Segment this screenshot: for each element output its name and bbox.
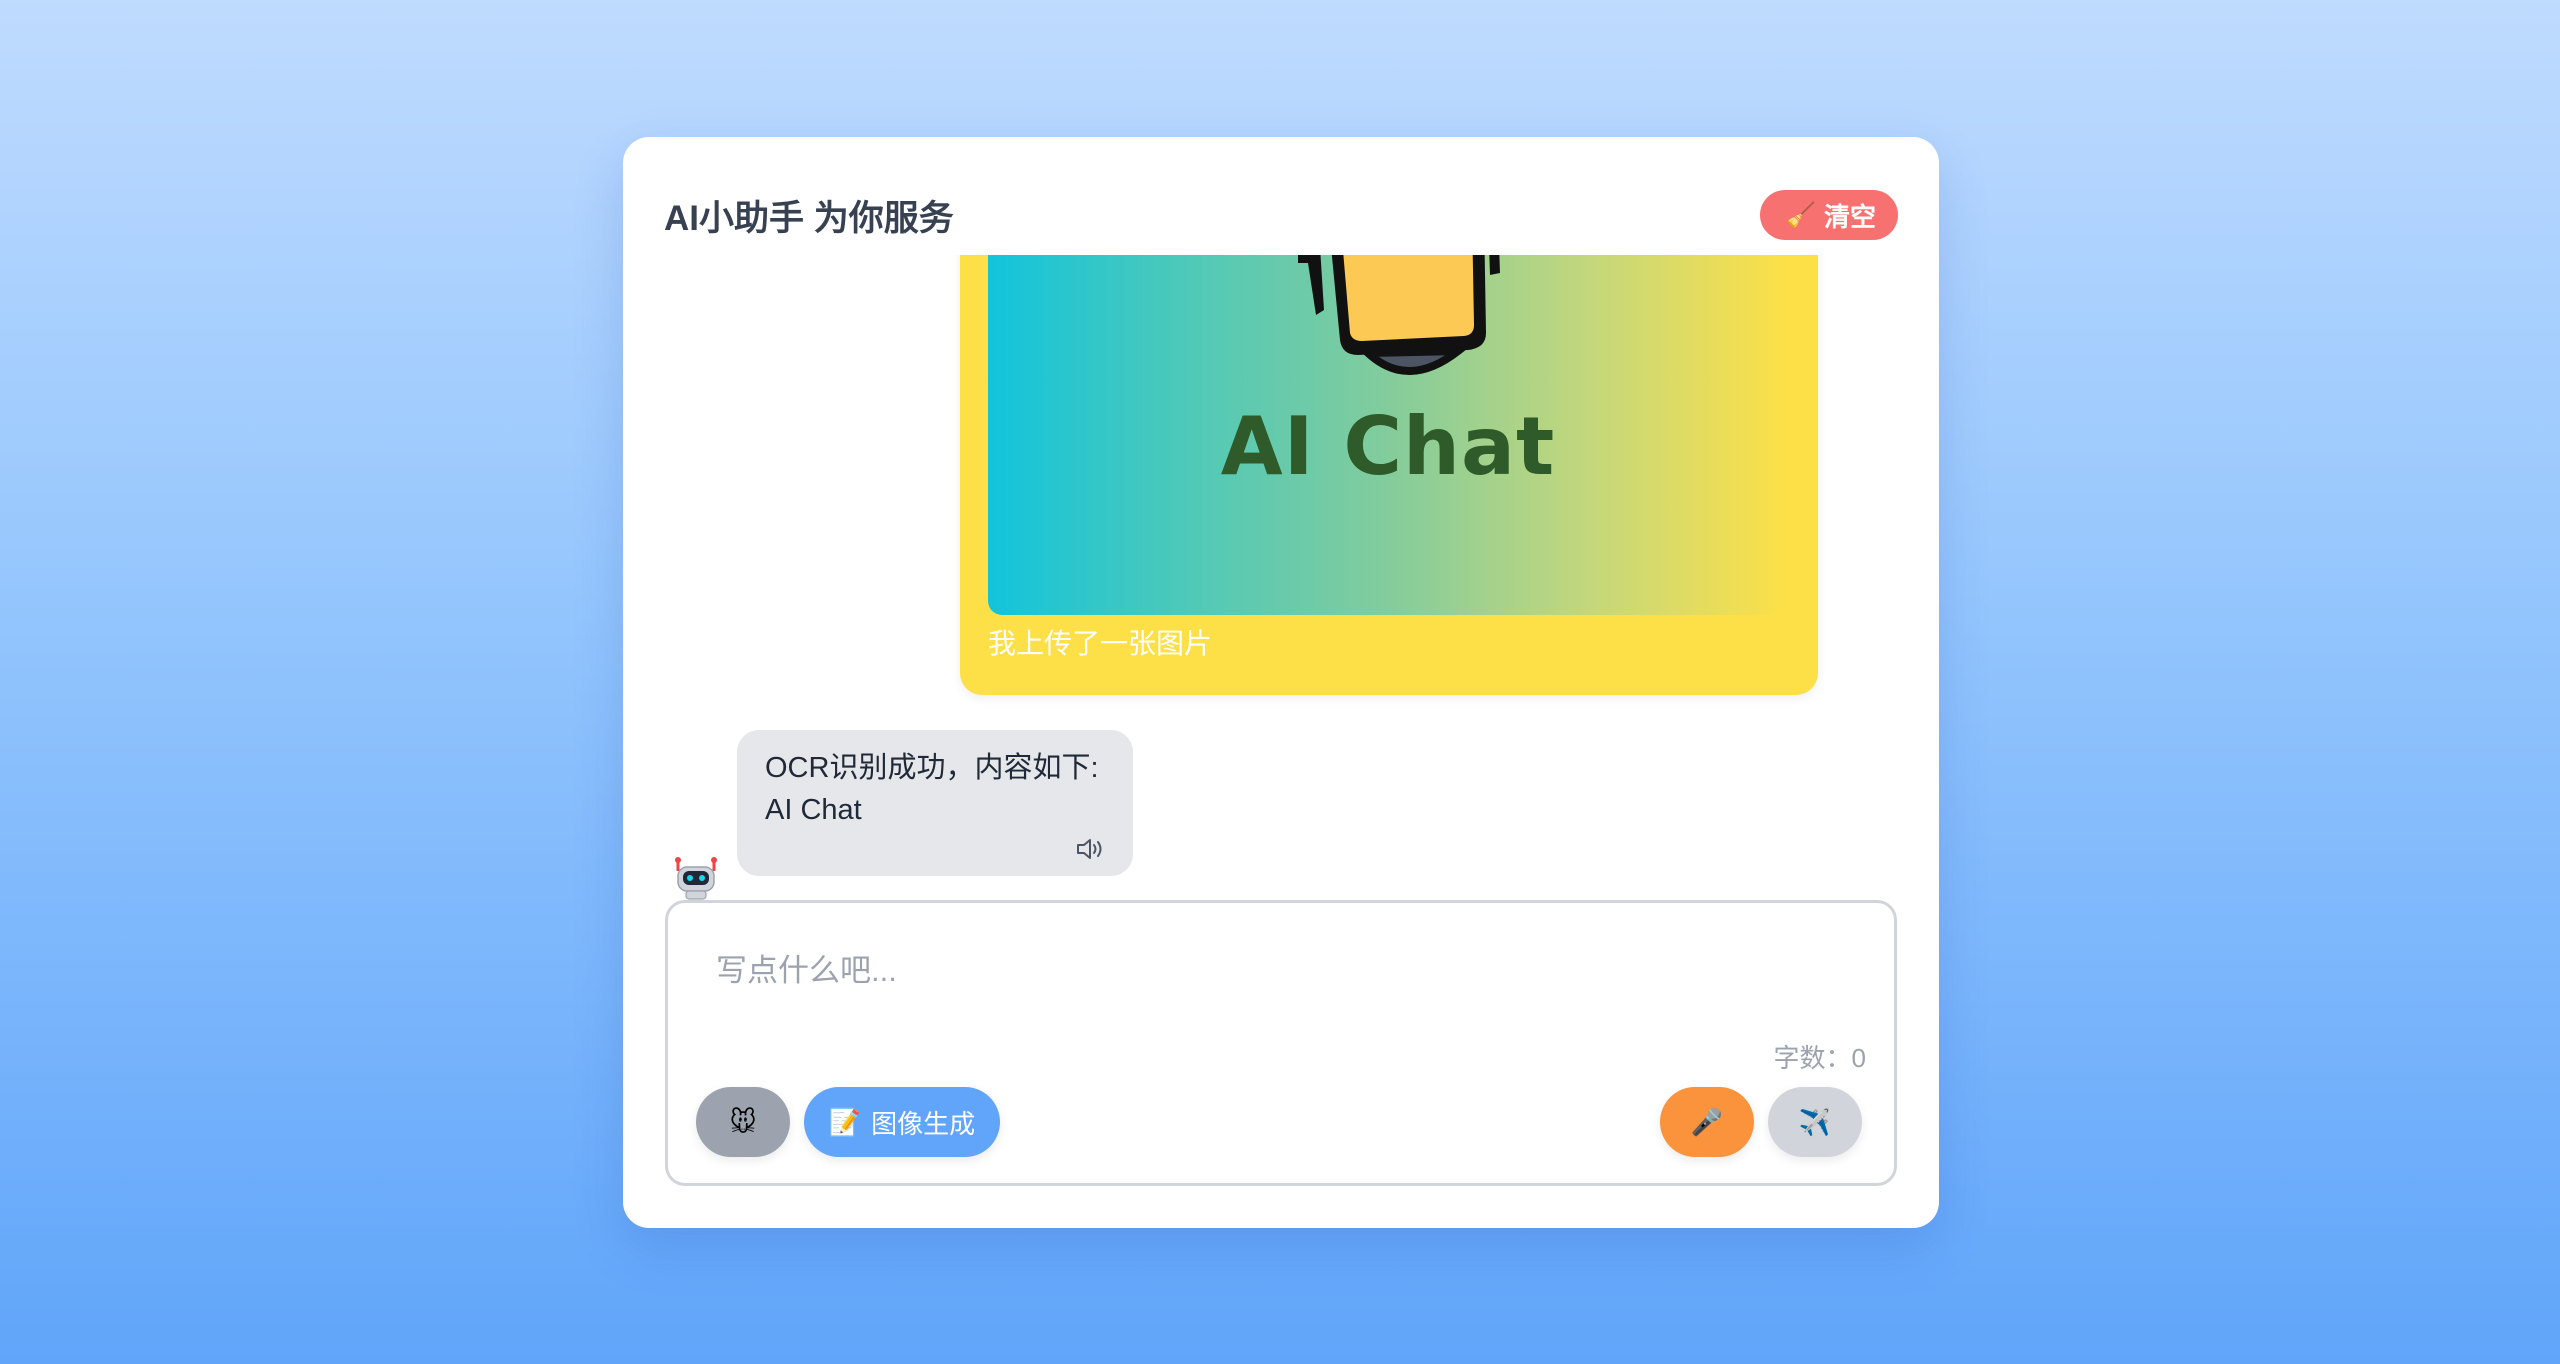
message-input-box: 字数：0 🐭 📝 图像生成 🎤 ✈️	[665, 900, 1897, 1186]
emoji-icon: 🐭	[729, 1106, 757, 1137]
user-message: AI Chat 我上传了一张图片	[960, 255, 1818, 695]
message-input[interactable]	[716, 945, 1816, 1005]
word-count: 字数：0	[1773, 1043, 1866, 1073]
page-title: AI小助手 为你服务	[664, 198, 954, 238]
microphone-button[interactable]: 🎤	[1660, 1087, 1754, 1157]
emoji-button[interactable]: 🐭	[696, 1087, 790, 1157]
image-generation-button[interactable]: 📝 图像生成	[804, 1087, 1000, 1157]
send-button[interactable]: ✈️	[1768, 1087, 1862, 1157]
speaker-icon[interactable]	[1075, 836, 1105, 862]
microphone-icon: 🎤	[1690, 1106, 1724, 1137]
message-list[interactable]: AI Chat 我上传了一张图片	[664, 255, 1898, 995]
robot-illustration	[1298, 255, 1500, 375]
chat-window: AI小助手 为你服务 🧹 清空 AI Chat 我上传了一张图片 OCR识别成功…	[623, 137, 1939, 1228]
header: AI小助手 为你服务 🧹 清空	[664, 179, 1898, 251]
user-message-text: 我上传了一张图片	[988, 628, 1213, 659]
uploaded-image[interactable]: AI Chat	[988, 255, 1788, 615]
robot-icon	[675, 857, 717, 900]
airplane-icon: ✈️	[1798, 1106, 1832, 1137]
broom-icon: 🧹	[1786, 201, 1816, 229]
image-text: AI Chat	[1220, 400, 1556, 493]
memo-icon: 📝	[828, 1106, 862, 1137]
image-generation-label: 图像生成	[871, 1108, 976, 1139]
clear-button-label: 清空	[1823, 201, 1876, 232]
bot-message-line: AI Chat	[765, 794, 862, 826]
bot-message-line: OCR识别成功，内容如下:	[765, 752, 1099, 784]
clear-button[interactable]: 🧹 清空	[1760, 190, 1898, 240]
bot-message: OCR识别成功，内容如下: AI Chat	[737, 730, 1133, 876]
